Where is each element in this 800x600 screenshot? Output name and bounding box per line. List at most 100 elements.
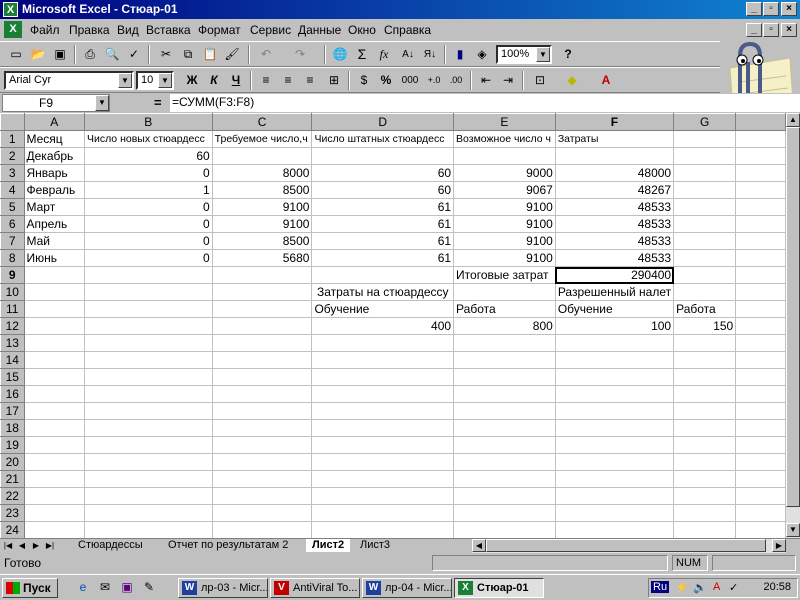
cell[interactable]	[311, 436, 455, 454]
sheet-tab[interactable]: Отчет по результатам 2	[162, 539, 294, 552]
last-sheet-icon[interactable]: ▶|	[44, 539, 56, 552]
autosum-icon[interactable]: Σ	[352, 45, 372, 64]
cell[interactable]	[453, 147, 556, 165]
cell[interactable]	[735, 283, 786, 301]
cell[interactable]	[211, 521, 313, 538]
cell[interactable]: Итоговые затрат	[453, 266, 556, 284]
cell[interactable]	[83, 521, 213, 538]
cell[interactable]	[554, 385, 675, 403]
spelling-icon[interactable]: ✓	[124, 45, 144, 64]
cell[interactable]	[673, 470, 737, 488]
cell[interactable]: 9067	[453, 181, 556, 199]
cell[interactable]	[673, 147, 737, 165]
cell[interactable]	[211, 487, 313, 505]
cell[interactable]	[211, 147, 313, 165]
cell[interactable]: Декабрь	[23, 147, 85, 165]
doc-restore-button[interactable]: ▫	[763, 23, 779, 37]
cell[interactable]	[23, 402, 85, 420]
menu-view[interactable]: Вид	[117, 23, 139, 37]
save-icon[interactable]: ▣	[50, 45, 70, 64]
row-header[interactable]: 3	[0, 164, 25, 182]
cell[interactable]	[735, 215, 786, 233]
doc-close-button[interactable]: ×	[781, 23, 797, 37]
row-header[interactable]: 24	[0, 521, 25, 538]
cell[interactable]	[673, 453, 737, 471]
cell[interactable]: 9000	[453, 164, 556, 182]
align-left-icon[interactable]: ≡	[256, 71, 276, 90]
cell[interactable]: Обучение	[554, 300, 675, 318]
cell[interactable]	[735, 249, 786, 267]
cell[interactable]	[311, 419, 455, 437]
cell[interactable]	[673, 504, 737, 522]
cell[interactable]	[211, 334, 313, 352]
cell[interactable]	[673, 215, 737, 233]
font-color-icon[interactable]: A	[596, 71, 616, 90]
scroll-right-icon[interactable]: ▶	[772, 539, 786, 552]
cell[interactable]	[554, 453, 675, 471]
cell[interactable]	[311, 147, 455, 165]
cell[interactable]	[453, 436, 556, 454]
cell[interactable]	[311, 351, 455, 369]
increase-indent-icon[interactable]: ⇥	[498, 71, 518, 90]
cell[interactable]	[735, 504, 786, 522]
first-sheet-icon[interactable]: |◀	[2, 539, 14, 552]
chevron-down-icon[interactable]: ▼	[536, 47, 550, 62]
cell[interactable]	[735, 385, 786, 403]
cell[interactable]	[83, 436, 213, 454]
cell[interactable]: Разрешенный налет	[554, 283, 675, 301]
chevron-down-icon[interactable]: ▼	[95, 95, 109, 111]
row-header[interactable]: 2	[0, 147, 25, 165]
cell[interactable]	[554, 504, 675, 522]
chart-wizard-icon[interactable]: ▮	[450, 45, 470, 64]
cell[interactable]	[554, 402, 675, 420]
cell[interactable]	[23, 300, 85, 318]
font-select[interactable]: Arial Cyr ▼	[4, 71, 134, 90]
cell[interactable]	[211, 368, 313, 386]
cell[interactable]	[673, 232, 737, 250]
cell[interactable]	[211, 266, 313, 284]
cell[interactable]	[211, 419, 313, 437]
decrease-decimal-icon[interactable]: .00	[446, 71, 466, 90]
cell[interactable]	[735, 487, 786, 505]
cell[interactable]	[83, 334, 213, 352]
taskbar-button[interactable]: W лр-04 - Micr...	[362, 578, 452, 598]
cell[interactable]: 9100	[211, 198, 313, 216]
cell[interactable]	[673, 266, 737, 284]
hscroll-thumb[interactable]	[486, 539, 766, 552]
row-header[interactable]: 6	[0, 215, 25, 233]
vertical-scrollbar[interactable]: ▲ ▼	[786, 113, 800, 538]
cell[interactable]: Обучение	[311, 300, 455, 318]
help-icon[interactable]: ?	[558, 45, 578, 64]
fill-color-icon[interactable]: ◆	[562, 71, 582, 90]
row-header[interactable]: 19	[0, 436, 25, 454]
cell[interactable]	[311, 368, 455, 386]
cell[interactable]: 100	[554, 317, 675, 335]
cell[interactable]	[23, 334, 85, 352]
menu-data[interactable]: Данные	[298, 23, 341, 37]
cell[interactable]: Июнь	[23, 249, 85, 267]
cell[interactable]	[83, 504, 213, 522]
function-icon[interactable]: fx	[374, 45, 394, 64]
menu-edit[interactable]: Правка	[69, 23, 110, 37]
column-header[interactable]: D	[311, 113, 455, 131]
cell[interactable]: 8500	[211, 232, 313, 250]
cell[interactable]	[453, 402, 556, 420]
cell[interactable]	[83, 317, 213, 335]
cell[interactable]: 0	[83, 164, 213, 182]
cell[interactable]	[554, 487, 675, 505]
cell[interactable]	[23, 266, 85, 284]
select-all-corner[interactable]	[0, 113, 25, 131]
sort-ascending-icon[interactable]: A↓	[398, 45, 418, 64]
cell[interactable]: 48000	[554, 164, 675, 182]
cell[interactable]: 9100	[453, 249, 556, 267]
cell[interactable]	[673, 385, 737, 403]
cell[interactable]	[23, 419, 85, 437]
cell[interactable]	[311, 504, 455, 522]
cell[interactable]	[453, 334, 556, 352]
row-header[interactable]: 22	[0, 487, 25, 505]
row-header[interactable]: 4	[0, 181, 25, 199]
row-header[interactable]: 23	[0, 504, 25, 522]
row-header[interactable]: 8	[0, 249, 25, 267]
sort-descending-icon[interactable]: Я↓	[420, 45, 440, 64]
row-header[interactable]: 18	[0, 419, 25, 437]
